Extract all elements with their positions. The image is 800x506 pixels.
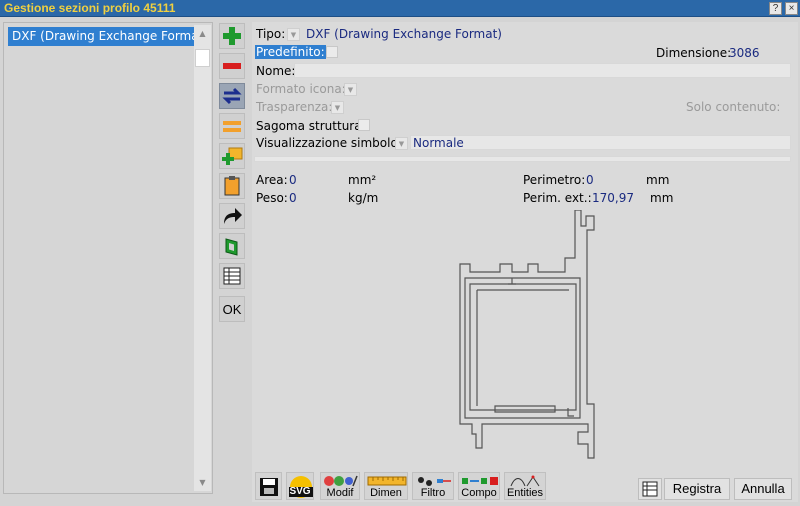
bottom-toolbar: SVG Modif Dimen Filtro Compo Entities Re… [252, 470, 798, 502]
add-button[interactable] [219, 23, 245, 49]
peso-value: 0 [289, 191, 297, 205]
add-folder-button[interactable] [219, 143, 245, 169]
formato-icona-label: Formato icona: [256, 82, 346, 96]
modif-button[interactable]: Modif [320, 472, 360, 500]
trasparenza-dropdown-icon[interactable]: ▼ [331, 101, 344, 114]
grid-button[interactable] [219, 263, 245, 289]
dimensione-label: Dimensione: [656, 46, 732, 60]
modify-icon [324, 475, 358, 487]
grid-icon [223, 267, 241, 285]
compo-label: Compo [461, 487, 497, 499]
list-scrollbar[interactable]: ▲ ▼ [194, 25, 211, 491]
perimetro-value: 0 [586, 173, 594, 187]
peso-unit: kg/m [348, 191, 379, 205]
tipo-value[interactable]: DXF (Drawing Exchange Format) [306, 27, 502, 41]
solo-contenuto-label: Solo contenuto: [686, 100, 781, 114]
clipboard-icon [224, 176, 240, 196]
svg-label: SVG [289, 486, 311, 497]
registra-button[interactable]: Registra [664, 478, 730, 500]
perim-ext-value: 170,97 [592, 191, 634, 205]
ok-label: OK [222, 301, 242, 317]
annulla-button[interactable]: Annulla [734, 478, 792, 500]
nome-label: Nome: [256, 64, 296, 78]
peso-label: Peso: [256, 191, 288, 205]
section-list-panel: DXF (Drawing Exchange Format) ▲ ▼ [3, 22, 213, 494]
tipo-dropdown-icon[interactable]: ▼ [287, 28, 300, 41]
save-button[interactable] [255, 472, 282, 500]
nome-field[interactable] [294, 63, 791, 78]
profile-section-button[interactable] [219, 233, 245, 259]
entities-label: Entities [506, 487, 544, 499]
area-unit: mm² [348, 173, 377, 187]
ruler-icon [367, 476, 407, 486]
separator-bar [254, 156, 791, 162]
section-list: DXF (Drawing Exchange Format) [6, 25, 208, 491]
predefinito-checkbox[interactable] [326, 46, 338, 58]
dimensione-value: 3086 [729, 46, 760, 60]
main-panel: Tipo: ▼ DXF (Drawing Exchange Format) Pr… [252, 22, 798, 502]
save-icon [260, 478, 278, 496]
visualizzazione-dropdown-icon[interactable]: ▼ [395, 137, 408, 150]
svg-button[interactable]: SVG [286, 472, 314, 500]
trasparenza-label: Trasparenza: [256, 100, 333, 114]
profile-section-icon [225, 238, 238, 256]
tipo-label: Tipo: [256, 27, 286, 41]
entities-button[interactable]: Entities [504, 472, 546, 500]
scroll-thumb[interactable] [195, 49, 210, 67]
perimetro-label: Perimetro: [523, 173, 586, 187]
filter-icon [418, 477, 451, 486]
window-title: Gestione sezioni profilo 45111 [4, 1, 176, 15]
equal-icon [223, 121, 241, 132]
perim-ext-label: Perim. ext.: [523, 191, 592, 205]
formato-icona-dropdown-icon[interactable]: ▼ [344, 83, 357, 96]
add-icon [223, 27, 241, 45]
swap-icon [222, 87, 242, 105]
predefinito-label: Predefinito: [255, 45, 326, 59]
sagoma-checkbox[interactable] [358, 119, 370, 131]
toolstrip: OK [216, 22, 248, 500]
title-bar: Gestione sezioni profilo 45111 ? × [0, 0, 800, 17]
remove-icon [223, 63, 241, 69]
close-button[interactable]: × [785, 2, 798, 15]
scroll-down-icon[interactable]: ▼ [194, 474, 211, 491]
components-icon [462, 477, 498, 485]
area-label: Area: [256, 173, 288, 187]
modif-label: Modif [326, 487, 354, 499]
area-value: 0 [289, 173, 297, 187]
clipboard-button[interactable] [219, 173, 245, 199]
visualizzazione-label: Visualizzazione simbolo: [256, 136, 402, 150]
visualizzazione-field[interactable]: Normale [410, 135, 791, 150]
help-button[interactable]: ? [769, 2, 782, 15]
entities-icon [510, 475, 540, 487]
list-item[interactable]: DXF (Drawing Exchange Format) [8, 27, 208, 46]
add-folder-icon [222, 147, 243, 165]
ok-button[interactable]: OK [219, 296, 245, 322]
forward-button[interactable] [219, 203, 245, 229]
compo-button[interactable]: Compo [458, 472, 500, 500]
remove-button[interactable] [219, 53, 245, 79]
scroll-up-icon[interactable]: ▲ [194, 25, 211, 42]
perimetro-unit: mm [646, 173, 670, 187]
equal-button[interactable] [219, 113, 245, 139]
visualizzazione-value: Normale [413, 136, 464, 150]
grid-icon [642, 481, 658, 497]
grid-view-button[interactable] [638, 478, 662, 500]
forward-arrow-icon [224, 208, 242, 224]
perim-ext-unit: mm [650, 191, 674, 205]
dimen-label: Dimen [370, 487, 402, 499]
sagoma-label: Sagoma struttura: [256, 119, 366, 133]
dimen-button[interactable]: Dimen [364, 472, 408, 500]
filtro-label: Filtro [420, 487, 446, 499]
profile-section-drawing [459, 210, 595, 459]
filtro-button[interactable]: Filtro [412, 472, 454, 500]
swap-button[interactable] [219, 83, 245, 109]
